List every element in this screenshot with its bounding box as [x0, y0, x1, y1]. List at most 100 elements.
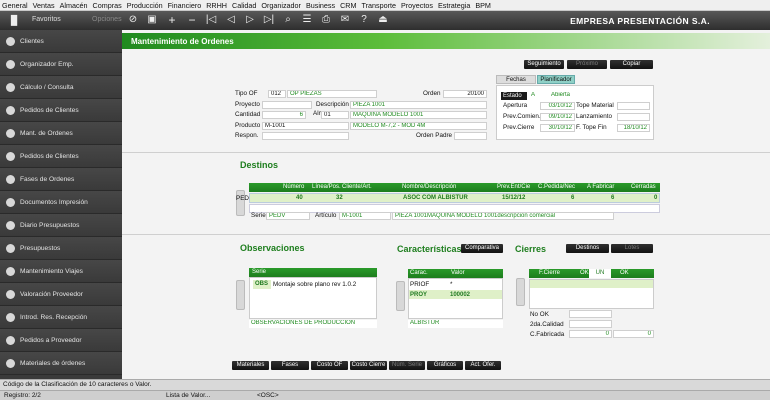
next-record-icon[interactable]: ▷: [244, 14, 256, 26]
menu-proyectos[interactable]: Proyectos: [401, 1, 433, 10]
help-icon[interactable]: ?: [358, 14, 370, 26]
exit-icon[interactable]: ⏏: [377, 14, 389, 26]
mail-icon[interactable]: ✉: [339, 14, 351, 26]
prev-comien-field[interactable]: 09/10/12: [540, 113, 575, 121]
menu-almacen[interactable]: Almacén: [60, 1, 88, 10]
status-message: Código de la Clasificación de 10 caracte…: [0, 379, 770, 390]
print-icon[interactable]: ⎙: [320, 14, 332, 26]
descripcion-field[interactable]: PIEZA 1001: [350, 101, 487, 109]
proximo-button[interactable]: Próximo: [567, 60, 607, 69]
sidebar-toggle-icon[interactable]: ▐▌: [4, 14, 24, 26]
materiales-button[interactable]: Materiales: [232, 361, 269, 370]
producto-label: Producto: [235, 122, 261, 129]
menu-transporte[interactable]: Transporte: [361, 1, 396, 10]
sidebar-item-organizador[interactable]: Organizador Emp.: [0, 53, 122, 76]
sidebar-item-pedidos-proveedor[interactable]: Pedidos a Proveedor: [0, 329, 122, 352]
articulo-field[interactable]: M-1001: [339, 212, 391, 220]
favoritos-tab[interactable]: Favoritos: [32, 16, 61, 23]
col-fcierre: F.Cierre: [539, 270, 561, 276]
search-icon[interactable]: ⌕: [282, 14, 294, 26]
menu-business[interactable]: Business: [306, 1, 335, 10]
lanzamiento-field[interactable]: [617, 113, 650, 121]
add-icon[interactable]: +: [166, 14, 178, 26]
sidebar-item-fases-ordenes[interactable]: Fases de Ordenes: [0, 168, 122, 191]
sidebar-item-documentos[interactable]: Documentos Impresión: [0, 191, 122, 214]
menu-compras[interactable]: Compras: [93, 1, 122, 10]
tab-planificador[interactable]: Planificador: [537, 75, 575, 84]
previous-record-icon[interactable]: ◁: [225, 14, 237, 26]
sidebar-item-recepcion[interactable]: Introd. Res. Recepción: [0, 306, 122, 329]
row-numero: 40: [296, 195, 303, 201]
menu-produccion[interactable]: Producción: [127, 1, 163, 10]
tab-fechas[interactable]: Fechas: [496, 75, 536, 84]
tope-material-field[interactable]: [617, 102, 650, 110]
prev-cierre-field[interactable]: 30/10/12: [540, 124, 575, 132]
serie-field[interactable]: PEDV: [266, 212, 310, 220]
f-tope-fin-label: F. Tope Fin: [576, 124, 607, 131]
apertura-field[interactable]: 03/10/12: [540, 102, 575, 110]
alm-description: MAQUINA MODELO 1001: [350, 111, 487, 119]
first-record-icon[interactable]: |◁: [205, 14, 217, 26]
remove-icon[interactable]: −: [186, 14, 198, 26]
costo-cierre-button[interactable]: Costo Cierre: [350, 361, 387, 370]
seguimiento-button[interactable]: Seguimiento: [524, 60, 564, 69]
costo-of-button[interactable]: Costo OF: [311, 361, 348, 370]
orden-field[interactable]: 20100: [443, 90, 487, 98]
proyecto-field[interactable]: [262, 101, 312, 109]
f-tope-fin-field[interactable]: 18/10/12: [617, 124, 650, 132]
cierres-scrollbar[interactable]: [516, 278, 525, 306]
menu-estrategia[interactable]: Estrategia: [438, 1, 470, 10]
fabricada-field-1[interactable]: 0: [569, 330, 612, 338]
menu-financiero[interactable]: Financiero: [168, 1, 202, 10]
destinos-button[interactable]: Destinos: [566, 244, 609, 253]
producto-field[interactable]: M-1001: [262, 122, 349, 130]
orden-padre-field[interactable]: [454, 132, 487, 140]
num-serie-button[interactable]: Núm. Serie: [389, 361, 425, 370]
comparativa-button[interactable]: Comparativa: [461, 244, 503, 253]
sidebar-item-calculo[interactable]: Cálculo / Consulta: [0, 76, 122, 99]
no-ok-field[interactable]: [569, 310, 612, 318]
menu-organizador[interactable]: Organizador: [261, 1, 301, 10]
lotes-button[interactable]: Lotes: [611, 244, 653, 253]
graficos-button[interactable]: Gráficos: [427, 361, 463, 370]
act-ofer-button[interactable]: Act. Ofer.: [465, 361, 501, 370]
alm-field[interactable]: 01: [321, 111, 349, 119]
save-icon[interactable]: ▣: [146, 14, 158, 26]
sidebar-item-mant-ordenes[interactable]: Mant. de Ordenes: [0, 122, 122, 145]
menu-ventas[interactable]: Ventas: [33, 1, 55, 10]
segunda-calidad-field[interactable]: [569, 320, 612, 328]
menu-rrhh[interactable]: RRHH: [206, 1, 227, 10]
sidebar-item-clientes[interactable]: Clientes: [0, 30, 122, 53]
cantidad-field[interactable]: 6: [262, 111, 306, 119]
observaciones-scrollbar[interactable]: [236, 280, 245, 310]
sidebar-item-pedidos-clientes[interactable]: Pedidos de Clientes: [0, 99, 122, 122]
list-icon[interactable]: ☰: [301, 14, 313, 26]
menu-general[interactable]: General: [2, 1, 28, 10]
sidebar-item-materiales[interactable]: Materiales de órdenes: [0, 352, 122, 375]
caracteristicas-title: Características: [397, 244, 462, 254]
destinos-scrollbar[interactable]: [236, 190, 245, 216]
estado-field[interactable]: A: [529, 92, 547, 100]
sidebar-item-viajes[interactable]: Mantenimiento Viajes: [0, 260, 122, 283]
respon-field[interactable]: [262, 132, 349, 140]
fabricada-field-2[interactable]: 0: [613, 330, 654, 338]
fases-button[interactable]: Fases: [271, 361, 309, 370]
opciones-tab[interactable]: Opciones: [92, 16, 122, 23]
delete-icon[interactable]: ⊘: [127, 14, 139, 26]
sidebar-item-pedidos-clientes-2[interactable]: Pedidos de Clientes: [0, 145, 122, 168]
col-pedida: C.Pedida/Nec: [538, 184, 576, 190]
last-record-icon[interactable]: ▷|: [263, 14, 275, 26]
obs-code[interactable]: OBS: [253, 280, 271, 289]
obs-footer: OBSERVACIONES DE PRODUCCION: [249, 320, 377, 328]
menu-crm[interactable]: CRM: [340, 1, 356, 10]
menu-bpm[interactable]: BPM: [475, 1, 491, 10]
fabricada-label: C.Fabricada: [530, 331, 565, 338]
menu-calidad[interactable]: Calidad: [232, 1, 256, 10]
sidebar-item-presupuestos[interactable]: Presupuestos: [0, 237, 122, 260]
sidebar-item-diario-presupuestos[interactable]: Diario Presupuestos: [0, 214, 122, 237]
table-row[interactable]: [530, 280, 653, 288]
tipo-of-field[interactable]: 012: [268, 90, 286, 98]
copiar-button[interactable]: Copiar: [610, 60, 653, 69]
caracteristicas-scrollbar[interactable]: [396, 281, 405, 311]
sidebar-item-valoracion[interactable]: Valoración Proveedor: [0, 283, 122, 306]
